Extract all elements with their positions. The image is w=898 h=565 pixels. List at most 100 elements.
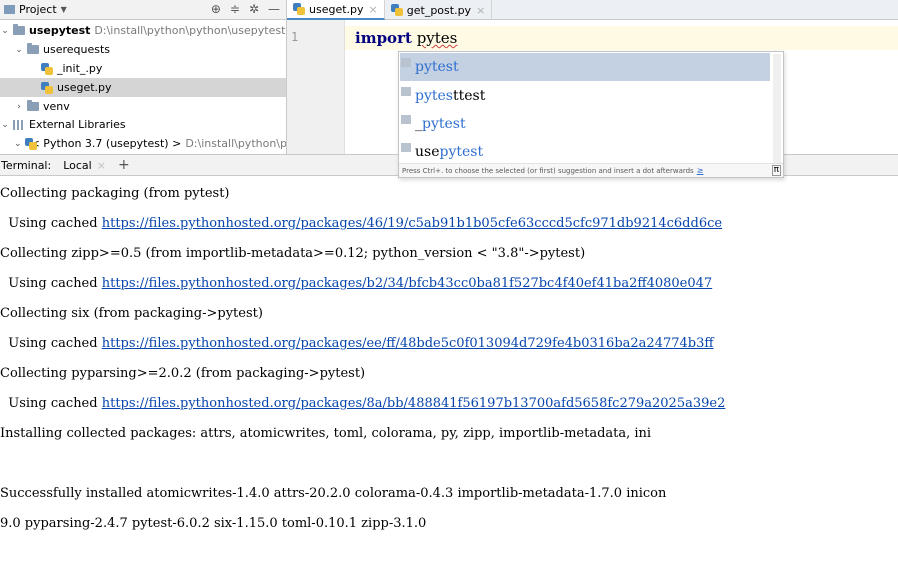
line-number: 1 bbox=[291, 30, 299, 44]
completion-prefix: _ bbox=[415, 116, 422, 132]
tree-item-path: D:\install\python\python\usepytest bbox=[94, 24, 286, 37]
completion-rest: ttest bbox=[452, 88, 486, 104]
terminal-text: Collecting six (from packaging->pytest) bbox=[0, 306, 263, 321]
terminal-text: Using cached bbox=[0, 336, 102, 351]
terminal-text: Collecting zipp>=0.5 (from importlib-met… bbox=[0, 246, 586, 261]
folder-icon bbox=[13, 24, 25, 35]
completion-item[interactable]: use pytest bbox=[400, 138, 770, 166]
gear-icon[interactable]: ✲ bbox=[249, 2, 259, 16]
collapse-icon[interactable]: ≑ bbox=[230, 2, 240, 16]
module-icon bbox=[401, 58, 411, 67]
terminal-line: Successfully installed atomicwrites-1.4.… bbox=[0, 479, 898, 509]
tree-item-useget-py[interactable]: useget.py bbox=[0, 78, 286, 97]
module-icon bbox=[401, 143, 411, 152]
chevron-down-icon[interactable]: ⌄ bbox=[14, 45, 24, 55]
terminal-text: Installing collected packages: attrs, at… bbox=[0, 426, 652, 441]
terminal-output[interactable]: Collecting packaging (from pytest) Using… bbox=[0, 176, 898, 565]
completion-match: pytest bbox=[439, 144, 484, 160]
tab-get-post-py[interactable]: get_post.py × bbox=[385, 0, 493, 20]
completion-hint: Press Ctrl+. to choose the selected (or … bbox=[399, 163, 783, 177]
module-icon bbox=[401, 87, 411, 96]
module-icon bbox=[401, 115, 411, 124]
terminal-text: Collecting packaging (from pytest) bbox=[0, 186, 230, 201]
terminal-line: Collecting pyparsing>=2.0.2 (from packag… bbox=[0, 359, 898, 389]
folder-icon bbox=[27, 100, 39, 111]
chevron-down-icon[interactable]: ⌄ bbox=[0, 120, 10, 130]
terminal-link[interactable]: https://files.pythonhosted.org/packages/… bbox=[102, 276, 712, 291]
terminal-text: Using cached bbox=[0, 276, 102, 291]
terminal-link[interactable]: https://files.pythonhosted.org/packages/… bbox=[102, 396, 726, 411]
tree-item-path: D:\install\python\p bbox=[185, 137, 287, 150]
terminal-line: Installing collected packages: attrs, at… bbox=[0, 419, 898, 449]
project-view-icon bbox=[4, 5, 15, 14]
tab-label: get_post.py bbox=[406, 3, 472, 17]
completion-prefix: use bbox=[415, 144, 440, 160]
completion-item[interactable]: _ pytest bbox=[400, 110, 770, 138]
minimize-icon[interactable]: — bbox=[268, 2, 280, 16]
completion-popup[interactable]: pytest pytes ttest _ pytest use pytest Pres… bbox=[398, 51, 784, 178]
completion-item[interactable]: pytes ttest bbox=[400, 82, 770, 110]
code-line[interactable]: import pytes bbox=[355, 29, 457, 47]
tree-item-label: venv bbox=[43, 100, 70, 113]
completion-hint-text: Press Ctrl+. to choose the selected (or … bbox=[402, 166, 694, 175]
python-file-icon bbox=[293, 3, 305, 15]
terminal-line: Using cached https://files.pythonhosted.… bbox=[0, 209, 898, 239]
completion-item[interactable]: pytest bbox=[400, 53, 770, 81]
caret-down-icon[interactable]: ▼ bbox=[61, 5, 67, 14]
python-file-icon bbox=[41, 62, 53, 75]
terminal-line: Using cached https://files.pythonhosted.… bbox=[0, 329, 898, 359]
close-icon[interactable]: × bbox=[97, 159, 106, 172]
terminal-link[interactable]: https://files.pythonhosted.org/packages/… bbox=[102, 216, 722, 231]
terminal-text: 9.0 pyparsing-2.4.7 pytest-6.0.2 six-1.1… bbox=[0, 516, 427, 531]
tab-local[interactable]: Local × bbox=[63, 159, 106, 172]
typed-module-name: pytes bbox=[416, 29, 458, 47]
terminal-line: Using cached https://files.pythonhosted.… bbox=[0, 269, 898, 299]
tree-item-label: _init_.py bbox=[57, 62, 103, 75]
chevron-down-icon[interactable]: ⌄ bbox=[14, 139, 22, 149]
close-icon[interactable]: × bbox=[476, 4, 485, 17]
python-file-icon bbox=[390, 4, 403, 16]
tree-item-label: useget.py bbox=[57, 81, 112, 94]
popup-scrollbar[interactable] bbox=[773, 54, 781, 164]
tree-item-userequests[interactable]: ⌄ userequests bbox=[0, 40, 286, 59]
terminal-text: Using cached bbox=[0, 216, 102, 231]
tree-item-external-libraries[interactable]: ⌄ External Libraries bbox=[0, 115, 286, 134]
pi-icon[interactable]: π bbox=[771, 165, 781, 176]
tree-item-usepytest[interactable]: ⌄ usepytest D:\install\python\python\use… bbox=[0, 21, 286, 40]
editor-gutter: 1 bbox=[287, 20, 345, 154]
terminal-text: Using cached bbox=[0, 396, 102, 411]
tree-item-label: < Python 3.7 (usepytest) > bbox=[30, 137, 182, 150]
tree-item-init-py[interactable]: _init_.py bbox=[0, 59, 286, 78]
tree-item-python-sdk[interactable]: ⌄ < Python 3.7 (usepytest) > D:\install\… bbox=[0, 134, 287, 153]
project-header: Project ▼ ⊕ ≑ ✲ — bbox=[0, 0, 286, 20]
completion-match: pytes bbox=[415, 88, 453, 104]
chevron-right-icon[interactable]: › bbox=[14, 102, 24, 112]
tree-item-label: External Libraries bbox=[29, 118, 126, 131]
terminal-link[interactable]: https://files.pythonhosted.org/packages/… bbox=[102, 336, 714, 351]
terminal-text: Collecting pyparsing>=2.0.2 (from packag… bbox=[0, 366, 366, 381]
tree-item-label: usepytest bbox=[29, 24, 91, 37]
terminal-line: Using cached https://files.pythonhosted.… bbox=[0, 389, 898, 419]
terminal-title: Terminal: bbox=[1, 158, 52, 172]
editor-tab-bar: useget.py × get_post.py × bbox=[287, 0, 898, 20]
close-icon[interactable]: × bbox=[369, 3, 378, 16]
terminal-line: Collecting packaging (from pytest) bbox=[0, 179, 898, 209]
terminal-text: Successfully installed atomicwrites-1.4.… bbox=[0, 486, 667, 501]
tree-item-venv[interactable]: › venv bbox=[0, 97, 286, 116]
chevron-down-icon[interactable]: ⌄ bbox=[0, 26, 10, 36]
terminal-line: Collecting zipp>=0.5 (from importlib-met… bbox=[0, 239, 898, 269]
library-icon bbox=[13, 119, 25, 130]
hint-link[interactable]: ≥ bbox=[697, 166, 704, 175]
tab-label: Local bbox=[63, 158, 92, 172]
keyword-import: import bbox=[355, 29, 412, 47]
project-view-selector[interactable]: Project bbox=[19, 3, 57, 16]
terminal-line: Collecting six (from packaging->pytest) bbox=[0, 299, 898, 329]
target-icon[interactable]: ⊕ bbox=[211, 2, 221, 16]
folder-icon bbox=[27, 43, 39, 54]
tab-useget-py[interactable]: useget.py × bbox=[287, 0, 385, 20]
new-terminal-button[interactable]: + bbox=[118, 157, 130, 173]
completion-match: pytest bbox=[415, 59, 459, 75]
project-tool-window: Project ▼ ⊕ ≑ ✲ — ⌄ usepytest D:\install… bbox=[0, 0, 287, 154]
tree-item-label: userequests bbox=[43, 43, 111, 56]
